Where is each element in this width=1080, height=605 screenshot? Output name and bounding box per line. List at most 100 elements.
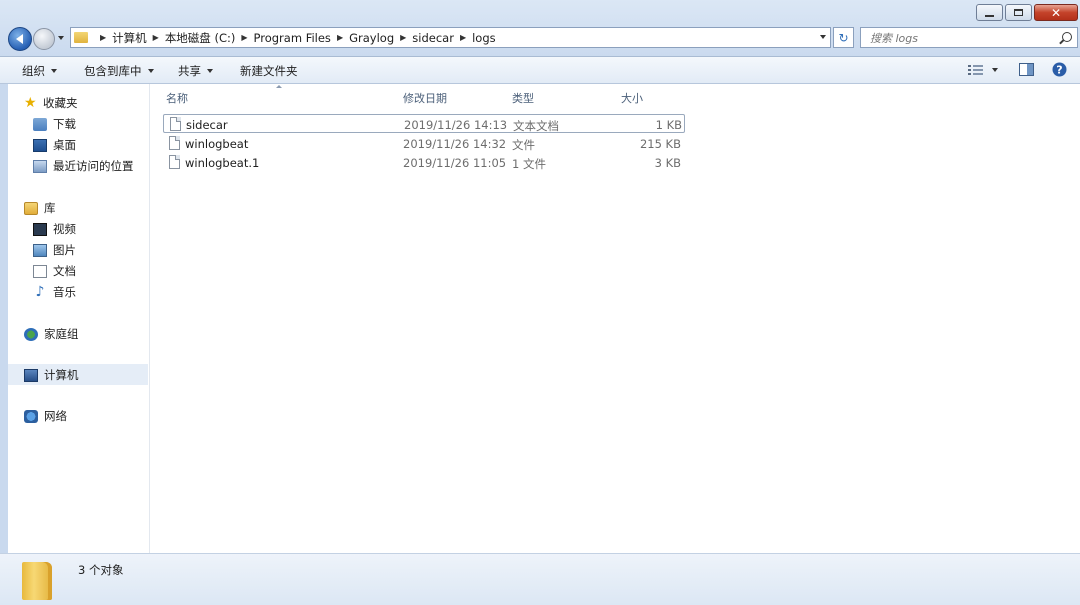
documents-icon [33, 264, 47, 278]
close-button[interactable]: ✕ [1034, 4, 1078, 21]
view-options-button[interactable] [968, 64, 984, 76]
file-size: 1 KB [655, 118, 682, 132]
nav-item-label: 图片 [53, 243, 76, 257]
file-type: 文本文档 [513, 119, 559, 133]
back-button[interactable] [8, 27, 32, 51]
folder-icon [74, 32, 88, 43]
file-row[interactable]: winlogbeat 2019/11/26 14:32 文件 215 KB [163, 134, 685, 153]
nav-item-label: 音乐 [53, 285, 76, 299]
chevron-right-icon[interactable]: ▶ [460, 33, 466, 42]
file-icon [169, 155, 180, 169]
nav-item-documents[interactable]: 文档 [33, 263, 76, 279]
breadcrumb-program-files[interactable]: Program Files [254, 31, 331, 45]
file-date: 2019/11/26 14:13 [404, 118, 508, 132]
file-name: sidecar [186, 118, 228, 132]
nav-computer-label: 计算机 [44, 368, 79, 382]
column-date-label: 修改日期 [403, 92, 447, 105]
refresh-button[interactable]: ↻ [833, 27, 854, 48]
search-box[interactable] [860, 27, 1078, 48]
nav-favorites[interactable]: ★ 收藏夹 [24, 95, 78, 111]
share-label: 共享 [178, 64, 201, 78]
include-in-library-menu[interactable]: 包含到库中 [84, 63, 154, 79]
maximize-icon [1014, 9, 1023, 16]
nav-homegroup[interactable]: 家庭组 [24, 326, 79, 342]
file-type: 文件 [512, 138, 535, 152]
refresh-icon: ↻ [838, 30, 849, 45]
svg-text:?: ? [1056, 64, 1062, 77]
search-icon[interactable] [1062, 32, 1072, 42]
nav-item-recent-places[interactable]: 最近访问的位置 [33, 158, 134, 174]
nav-item-label: 桌面 [53, 138, 76, 152]
breadcrumb-local-disk[interactable]: 本地磁盘 (C:) [165, 30, 236, 46]
nav-computer[interactable]: 计算机 [24, 367, 79, 383]
breadcrumb-logs[interactable]: logs [472, 31, 496, 45]
new-folder-label: 新建文件夹 [240, 64, 298, 78]
organize-label: 组织 [22, 64, 45, 78]
column-name-label: 名称 [166, 92, 188, 105]
chevron-right-icon[interactable]: ▶ [100, 33, 106, 42]
pictures-icon [33, 243, 47, 257]
chevron-right-icon[interactable]: ▶ [400, 33, 406, 42]
help-button[interactable]: ? [1052, 62, 1067, 80]
chevron-down-icon [51, 69, 57, 73]
forward-button[interactable] [33, 28, 55, 50]
search-input[interactable] [868, 31, 1057, 46]
nav-libraries-label: 库 [44, 201, 56, 215]
navigation-pane: ★ 收藏夹 下载 桌面 最近访问的位置 库 视频 图片 文档 ♪ 音乐 家庭组 … [8, 84, 150, 553]
back-arrow-icon [15, 34, 23, 44]
nav-item-videos[interactable]: 视频 [33, 221, 76, 237]
column-size-label: 大小 [621, 92, 643, 105]
nav-item-downloads[interactable]: 下载 [33, 116, 76, 132]
column-header-size[interactable]: 大小 [621, 90, 643, 106]
nav-network-label: 网络 [44, 409, 67, 423]
nav-favorites-label: 收藏夹 [43, 96, 78, 110]
file-icon [169, 136, 180, 150]
share-menu[interactable]: 共享 [178, 63, 213, 79]
chevron-right-icon[interactable]: ▶ [153, 33, 159, 42]
sort-ascending-icon [276, 85, 282, 88]
maximize-button[interactable] [1005, 4, 1032, 21]
file-row[interactable]: sidecar 2019/11/26 14:13 文本文档 1 KB [163, 114, 685, 133]
nav-item-label: 视频 [53, 222, 76, 236]
star-icon: ★ [24, 94, 37, 111]
help-icon: ? [1052, 62, 1067, 77]
nav-item-pictures[interactable]: 图片 [33, 242, 76, 258]
folder-icon [22, 562, 52, 600]
address-history-dropdown-icon[interactable] [820, 35, 826, 39]
window-controls: ✕ [974, 4, 1078, 21]
recent-pages-dropdown-icon[interactable] [58, 36, 64, 40]
organize-menu[interactable]: 组织 [22, 63, 57, 79]
preview-pane-button[interactable] [1019, 63, 1034, 79]
breadcrumb-graylog[interactable]: Graylog [349, 31, 394, 45]
homegroup-icon [24, 327, 38, 341]
view-dropdown-icon[interactable] [992, 68, 998, 72]
file-row[interactable]: winlogbeat.1 2019/11/26 11:05 1 文件 3 KB [163, 153, 685, 172]
minimize-icon [985, 14, 994, 17]
nav-network[interactable]: 网络 [24, 408, 67, 424]
column-header-type[interactable]: 类型 [512, 90, 534, 106]
address-bar[interactable]: ▶ 计算机 ▶ 本地磁盘 (C:) ▶ Program Files ▶ Gray… [70, 27, 831, 48]
network-icon [24, 409, 38, 423]
column-type-label: 类型 [512, 92, 534, 105]
new-folder-button[interactable]: 新建文件夹 [240, 63, 298, 79]
column-header-date[interactable]: 修改日期 [403, 90, 447, 106]
chevron-right-icon[interactable]: ▶ [337, 33, 343, 42]
chevron-right-icon[interactable]: ▶ [241, 33, 247, 42]
file-size: 215 KB [639, 137, 681, 151]
library-icon [24, 201, 38, 215]
breadcrumb-computer[interactable]: 计算机 [112, 30, 147, 46]
desktop-icon [33, 138, 47, 152]
details-pane: 3 个对象 [0, 553, 1080, 605]
preview-pane-icon [1019, 63, 1034, 76]
minimize-button[interactable] [976, 4, 1003, 21]
video-icon [33, 222, 47, 236]
chevron-down-icon [207, 69, 213, 73]
column-header-name[interactable]: 名称 [166, 90, 188, 106]
music-icon: ♪ [35, 283, 45, 300]
nav-item-music[interactable]: ♪ 音乐 [33, 284, 76, 300]
nav-libraries[interactable]: 库 [24, 200, 56, 216]
nav-item-desktop[interactable]: 桌面 [33, 137, 76, 153]
breadcrumb-sidecar[interactable]: sidecar [412, 31, 454, 45]
text-file-icon [170, 117, 181, 131]
include-in-library-label: 包含到库中 [84, 64, 142, 78]
